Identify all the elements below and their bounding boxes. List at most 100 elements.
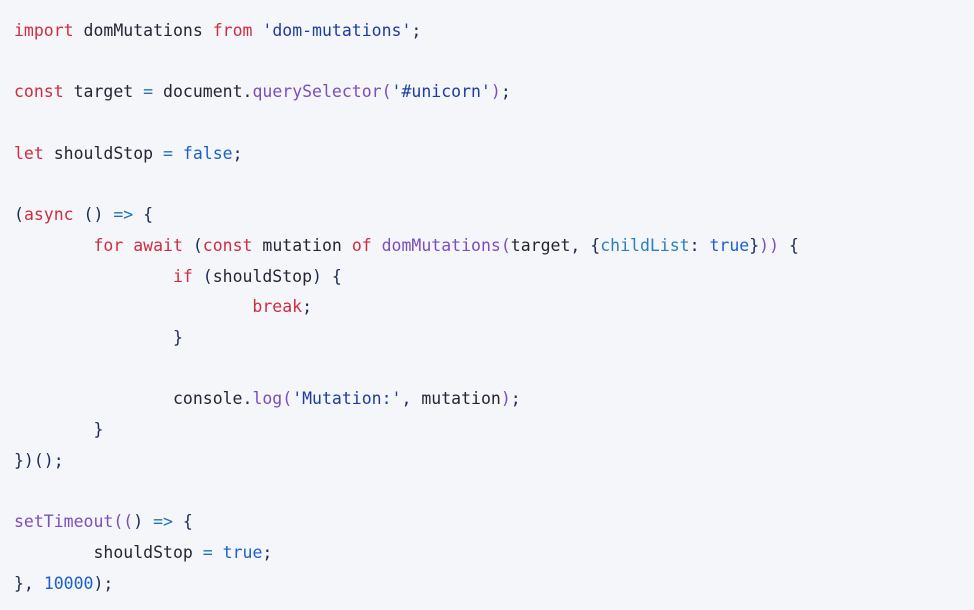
code-token-ws xyxy=(779,236,789,255)
code-token-keyword: import xyxy=(14,21,74,40)
code-line: if (shouldStop) { xyxy=(14,262,974,293)
code-token-keyword: await xyxy=(133,235,183,255)
code-token-ws xyxy=(74,21,84,40)
code-token-ws xyxy=(133,205,143,224)
code-token-ws xyxy=(372,236,382,255)
code-line: ​ xyxy=(14,170,974,201)
code-token-punct: ; xyxy=(411,21,422,40)
code-token-ws xyxy=(64,82,74,101)
code-token-function: ( xyxy=(381,82,392,102)
code-token-punct: } xyxy=(749,235,760,255)
code-token-function: setTimeout xyxy=(14,512,114,532)
code-token-ws xyxy=(14,236,93,255)
code-token-punct: . xyxy=(242,389,253,409)
code-token-plain: mutation xyxy=(262,235,342,255)
code-token-ws xyxy=(14,297,252,316)
code-token-ws xyxy=(213,543,223,562)
code-token-ws xyxy=(74,205,84,224)
code-token-function: (( xyxy=(113,512,134,532)
code-token-string: 'Mutation:' xyxy=(292,389,402,409)
code-token-ws xyxy=(342,236,352,255)
code-token-punct: : xyxy=(689,235,700,255)
code-token-punct: { xyxy=(788,235,799,255)
code-token-function: ( xyxy=(282,389,293,409)
code-token-ws xyxy=(14,267,173,286)
code-line: (async () => { xyxy=(14,200,974,231)
code-token-operator: = xyxy=(163,143,173,163)
code-line: } xyxy=(14,323,974,354)
code-token-ws xyxy=(322,267,332,286)
code-line: import domMutations from 'dom-mutations'… xyxy=(14,16,974,47)
code-token-ws xyxy=(44,144,54,163)
code-token-punct: { xyxy=(331,266,342,286)
code-token-ws xyxy=(252,21,262,40)
code-token-punct: ); xyxy=(93,573,114,593)
code-token-operator: => xyxy=(153,512,173,532)
code-token-literal: true xyxy=(709,235,750,255)
code-token-ws xyxy=(252,236,262,255)
code-token-function: ) xyxy=(490,82,501,102)
code-token-function: ( xyxy=(500,235,511,255)
code-token-punct: } xyxy=(172,328,183,348)
code-token-plain: shouldStop xyxy=(93,542,193,562)
code-token-punct: ; xyxy=(302,297,313,317)
code-token-punct: ( xyxy=(14,205,24,225)
code-token-punct: { xyxy=(182,512,193,532)
code-token-keyword: break xyxy=(252,297,303,317)
code-token-punct: ) xyxy=(312,266,322,286)
code-token-function: log xyxy=(252,389,283,409)
code-line: let shouldStop = false; xyxy=(14,139,974,170)
code-token-punct: ; xyxy=(232,143,243,163)
code-line: ​ xyxy=(14,354,974,385)
code-token-keyword: for xyxy=(93,235,124,255)
code-token-punct: , xyxy=(570,235,591,255)
code-token-punct: ) xyxy=(133,512,144,532)
code-token-keyword: of xyxy=(351,235,372,255)
code-token-ws xyxy=(153,82,163,101)
code-token-ws xyxy=(183,236,193,255)
code-token-string: 'dom-mutations' xyxy=(262,21,412,40)
code-token-keyword: const xyxy=(14,82,64,102)
code-token-ws xyxy=(14,543,93,562)
code-snippet: import domMutations from 'dom-mutations'… xyxy=(14,16,974,599)
code-token-plain: target xyxy=(73,82,134,102)
code-line: }, 10000); xyxy=(14,569,974,600)
code-token-punct: ; xyxy=(500,82,511,102)
code-token-ws xyxy=(14,420,93,439)
code-token-plain: shouldStop xyxy=(53,143,154,163)
code-token-ws xyxy=(103,205,113,224)
code-token-function: ) xyxy=(500,389,511,409)
code-token-punct: ; xyxy=(510,389,521,409)
code-line: for await ( const mutation of domMutation… xyxy=(14,231,974,262)
code-token-ws xyxy=(173,512,183,531)
code-token-function: )) xyxy=(759,235,780,255)
code-line: setTimeout(() => { xyxy=(14,507,974,538)
code-token-ws xyxy=(133,82,143,101)
code-line: console.log('Mutation:', mutation); xyxy=(14,384,974,415)
code-line: })(); xyxy=(14,446,974,477)
code-token-ws xyxy=(123,236,133,255)
code-line: } xyxy=(14,415,974,446)
code-token-punct: , xyxy=(401,389,422,409)
code-token-ws xyxy=(193,543,203,562)
code-token-punct: ; xyxy=(262,542,273,562)
code-token-ws xyxy=(143,512,153,531)
code-token-punct: }, xyxy=(14,573,44,593)
code-token-literal: true xyxy=(222,542,263,562)
code-token-punct: ( xyxy=(202,266,213,286)
code-token-plain: shouldStop xyxy=(212,266,313,286)
code-token-keyword: from xyxy=(212,21,253,40)
code-token-function: domMutations xyxy=(381,235,501,255)
code-token-ws xyxy=(14,328,173,347)
code-token-keyword: async xyxy=(23,205,74,225)
code-line: shouldStop = true; xyxy=(14,538,974,569)
code-line: ​ xyxy=(14,47,974,78)
code-token-ws xyxy=(173,144,183,163)
code-token-punct: { xyxy=(590,235,601,255)
code-token-number: 10000 xyxy=(43,573,94,593)
code-token-literal: false xyxy=(182,143,233,163)
code-token-keyword: const xyxy=(202,235,253,255)
code-line: break; xyxy=(14,292,974,323)
code-line: const target = document.querySelector('#… xyxy=(14,77,974,108)
code-token-punct: { xyxy=(143,205,154,225)
